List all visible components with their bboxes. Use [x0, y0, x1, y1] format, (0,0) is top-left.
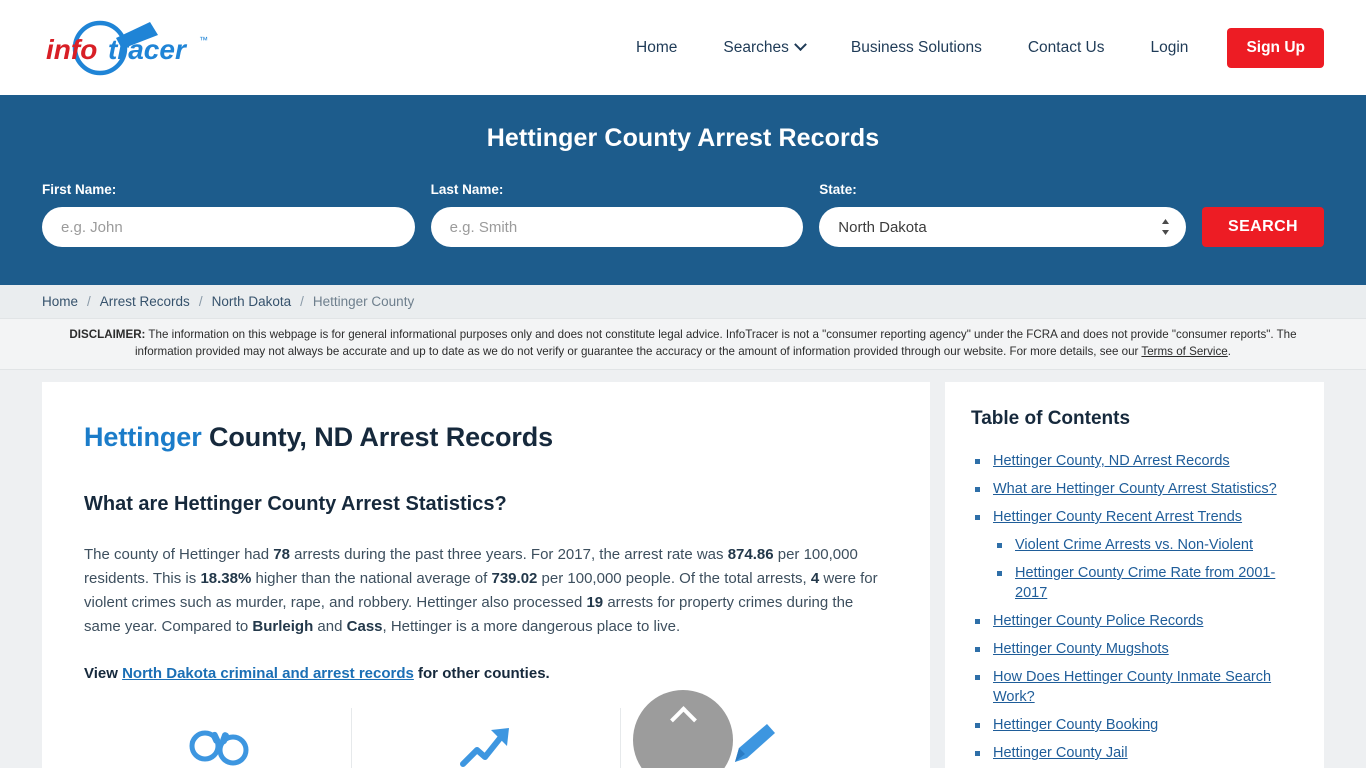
toc-subitem: Hettinger County Crime Rate from 2001-20…: [993, 563, 1302, 603]
toc-item: Hettinger County Booking: [971, 715, 1302, 735]
north-dakota-records-link[interactable]: North Dakota criminal and arrest records: [122, 665, 414, 682]
stat-icon-strip: [84, 708, 888, 768]
stat-icon-cell: [352, 708, 621, 768]
toc-title: Table of Contents: [971, 408, 1131, 429]
terms-of-service-link[interactable]: Terms of Service: [1141, 345, 1227, 358]
main-navigation: Home Searches Business Solutions Contact…: [613, 27, 1324, 68]
nav-item-label: Searches: [723, 38, 789, 56]
article-content: Hettinger County, ND Arrest Records What…: [42, 382, 930, 768]
disclaimer-text-end: .: [1227, 344, 1231, 358]
breadcrumb-item-hettinger-county: Hettinger County: [312, 294, 415, 309]
toc-item: How Does Hettinger County Inmate Search …: [971, 667, 1302, 707]
toc-link-police-records[interactable]: Hettinger County Police Records: [993, 613, 1203, 629]
view-other-counties-line: View North Dakota criminal and arrest re…: [84, 665, 888, 682]
stat-value: Cass: [346, 618, 383, 635]
section-heading-statistics: What are Hettinger County Arrest Statist…: [84, 493, 507, 515]
toc-link-violent-vs-nonviolent[interactable]: Violent Crime Arrests vs. Non-Violent: [1015, 537, 1253, 553]
toc-link-recent-arrest-trends[interactable]: Hettinger County Recent Arrest Trends: [993, 509, 1242, 525]
nav-item-label: Business Solutions: [850, 38, 982, 56]
toc-item: Hettinger County Mugshots: [971, 639, 1302, 659]
stat-text: The county of Hettinger had: [84, 546, 274, 563]
last-name-input[interactable]: [430, 207, 804, 247]
toc-link-inmate-search[interactable]: How Does Hettinger County Inmate Search …: [993, 669, 1271, 705]
breadcrumb: Home / Arrest Records / North Dakota / H…: [0, 285, 1366, 318]
nav-item-home[interactable]: Home: [613, 31, 700, 65]
toc-item: Hettinger County Recent Arrest Trends Vi…: [971, 507, 1302, 603]
page-title: Hettinger County Arrest Records: [486, 124, 880, 152]
stat-text: per 100,000 people. Of the total arrests…: [537, 570, 811, 587]
disclaimer-label: DISCLAIMER:: [69, 328, 146, 341]
svg-text:info: info: [46, 34, 97, 65]
last-name-label: Last Name:: [430, 182, 504, 197]
toc-item: What are Hettinger County Arrest Statist…: [971, 479, 1302, 499]
state-select[interactable]: North Dakota: [819, 207, 1187, 247]
nav-item-label: Home: [636, 38, 678, 56]
site-header: info tracer ™ Home Searches Business Sol…: [0, 0, 1366, 95]
nav-item-contact-us[interactable]: Contact Us: [1005, 31, 1128, 65]
search-form: First Name: Last Name: State: North Dako…: [42, 182, 1325, 247]
stat-value: 78: [273, 546, 290, 563]
search-hero: Hettinger County Arrest Records First Na…: [0, 95, 1366, 285]
first-name-field-group: First Name:: [42, 182, 415, 247]
breadcrumb-separator: /: [300, 294, 304, 309]
first-name-input[interactable]: [42, 207, 415, 247]
toc-link-jail[interactable]: Hettinger County Jail: [993, 745, 1128, 761]
toc-item: Hettinger County Jail: [971, 743, 1302, 763]
svg-text:™: ™: [199, 35, 208, 45]
toc-link-arrest-statistics[interactable]: What are Hettinger County Arrest Statist…: [993, 481, 1277, 497]
state-field-group: State: North Dakota: [819, 182, 1187, 247]
breadcrumb-separator: /: [87, 294, 91, 309]
view-suffix: for other counties.: [413, 665, 550, 682]
article-heading-rest: County, ND Arrest Records: [201, 422, 554, 452]
stat-value: Burleigh: [252, 618, 314, 635]
toc-link-booking[interactable]: Hettinger County Booking: [993, 717, 1158, 733]
stat-text: arrests during the past three years. For…: [289, 546, 728, 563]
toc-item: Hettinger County Police Records: [971, 611, 1302, 631]
article-heading-accent: Hettinger: [84, 422, 202, 452]
stat-text: higher than the national average of: [251, 570, 492, 587]
stat-value: 18.38%: [200, 570, 252, 587]
disclaimer-text: The information on this webpage is for g…: [134, 328, 1297, 358]
search-button[interactable]: SEARCH: [1202, 207, 1325, 247]
toc-link-crime-rate-2001-2017[interactable]: Hettinger County Crime Rate from 2001-20…: [1015, 565, 1275, 601]
toc-link-arrest-records[interactable]: Hettinger County, ND Arrest Records: [993, 453, 1230, 469]
breadcrumb-separator: /: [198, 294, 203, 309]
disclaimer-banner: DISCLAIMER: The information on this webp…: [0, 318, 1366, 370]
statistics-paragraph: The county of Hettinger had 78 arrests d…: [84, 543, 888, 639]
toc-item: Hettinger County, ND Arrest Records: [971, 451, 1302, 471]
breadcrumb-item-home[interactable]: Home: [42, 294, 78, 309]
stat-value: 4: [810, 570, 820, 587]
toc-list: Hettinger County, ND Arrest Records What…: [971, 451, 1302, 763]
chevron-up-icon: [669, 706, 697, 733]
nav-item-business-solutions[interactable]: Business Solutions: [828, 31, 1005, 65]
article-heading: Hettinger County, ND Arrest Records: [84, 422, 888, 453]
chevron-down-icon: [793, 38, 807, 52]
breadcrumb-item-north-dakota[interactable]: North Dakota: [212, 294, 292, 309]
toc-link-mugshots[interactable]: Hettinger County Mugshots: [993, 641, 1169, 657]
stat-text: , Hettinger is a more dangerous place to…: [382, 618, 681, 635]
nav-item-label: Contact Us: [1027, 38, 1105, 56]
stat-value: 19: [586, 594, 604, 611]
nav-item-login[interactable]: Login: [1128, 31, 1212, 65]
stat-value: 874.86: [727, 546, 774, 563]
stat-value: 739.02: [491, 570, 538, 587]
breadcrumb-item-arrest-records[interactable]: Arrest Records: [100, 294, 190, 309]
sign-up-button[interactable]: Sign Up: [1227, 27, 1324, 68]
nav-item-searches[interactable]: Searches: [700, 31, 827, 65]
stat-text: and: [313, 618, 347, 635]
nav-item-label: Login: [1150, 38, 1189, 56]
state-label: State:: [819, 182, 857, 197]
infotracer-logo[interactable]: info tracer ™: [38, 17, 213, 79]
last-name-field-group: Last Name:: [430, 182, 804, 247]
handcuffs-icon: [189, 730, 249, 766]
stat-icon-cell: [84, 708, 353, 768]
toc-subitem: Violent Crime Arrests vs. Non-Violent: [993, 535, 1302, 555]
toc-sublist: Violent Crime Arrests vs. Non-Violent He…: [993, 535, 1302, 603]
trending-up-arrow-icon: [459, 728, 509, 767]
svg-text:tracer: tracer: [108, 34, 188, 65]
first-name-label: First Name:: [42, 182, 117, 197]
infotracer-logo-icon: info tracer ™: [46, 20, 208, 75]
table-of-contents-sidebar: Table of Contents Hettinger County, ND A…: [945, 382, 1324, 768]
view-prefix: View: [84, 665, 123, 682]
